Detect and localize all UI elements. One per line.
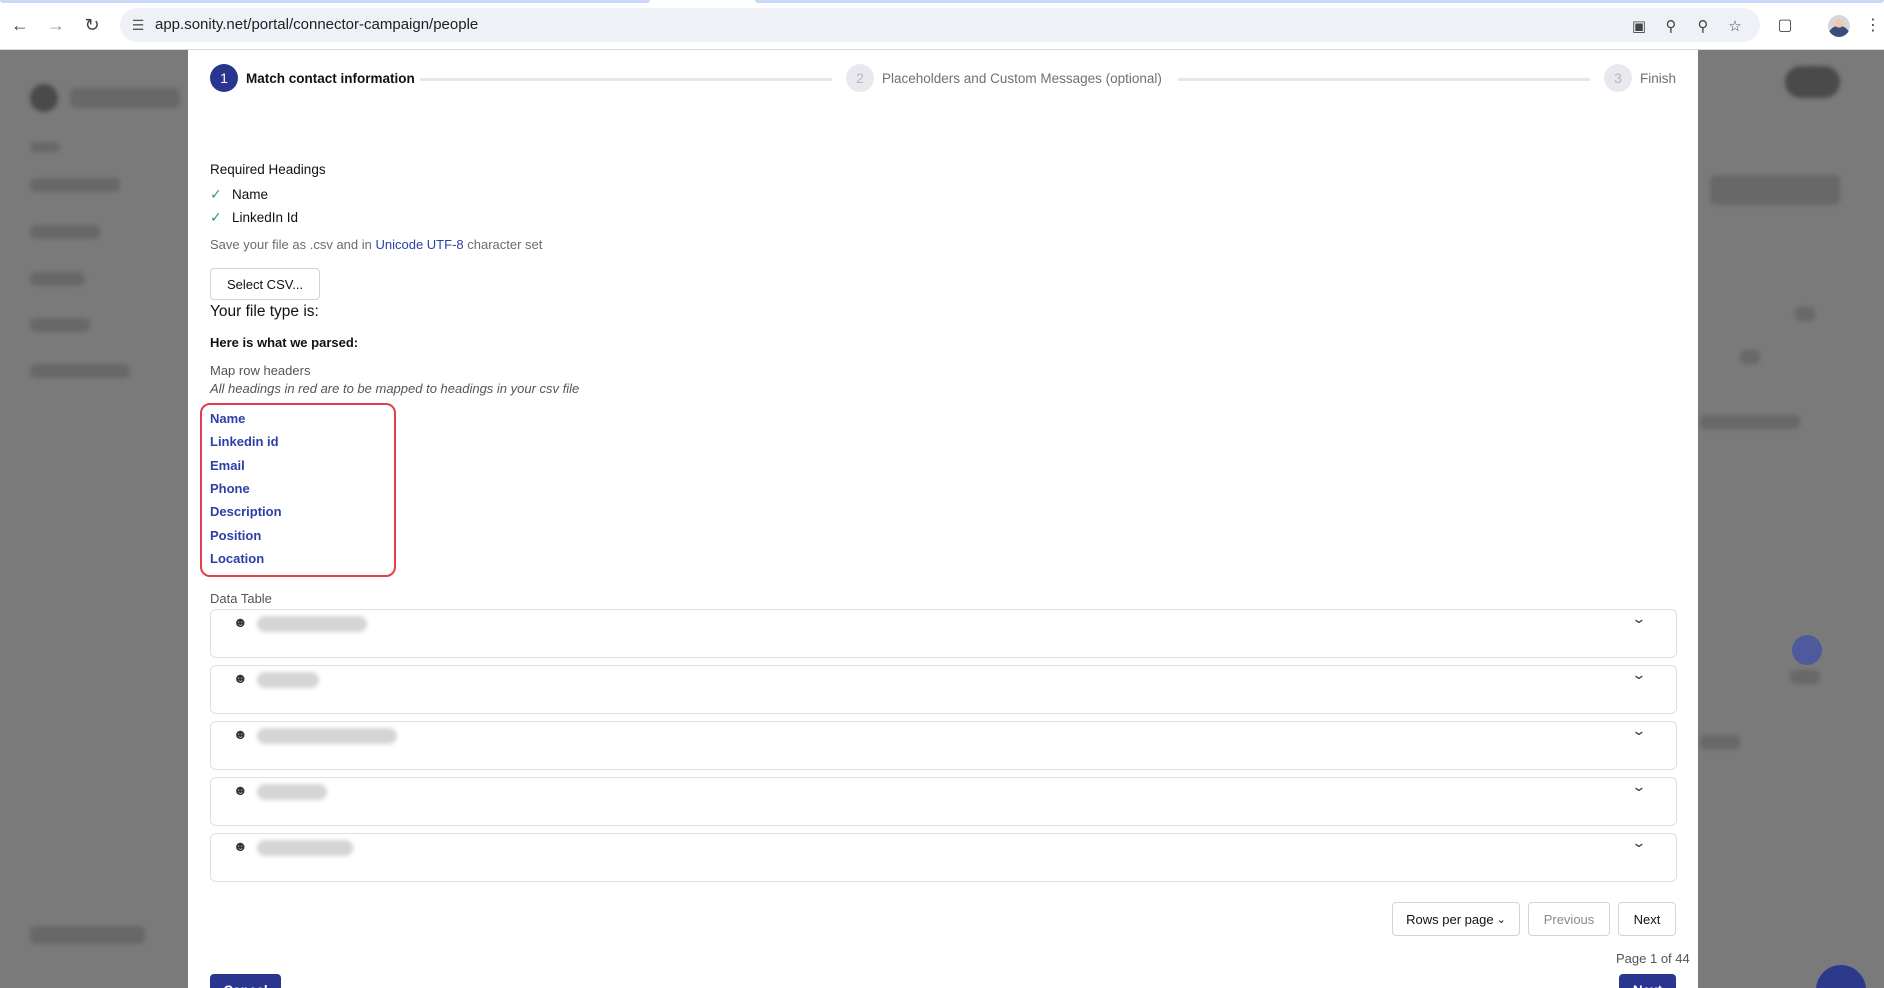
next-page-button[interactable]: Next <box>1618 902 1676 936</box>
background-chat-button <box>1816 965 1866 988</box>
row-header-description[interactable]: Description <box>210 504 282 519</box>
row-header-phone[interactable]: Phone <box>210 481 250 496</box>
step-2-label: Placeholders and Custom Messages (option… <box>882 71 1162 86</box>
chevron-down-icon: ⌄ <box>1496 913 1506 926</box>
contact-name-redacted <box>257 784 327 800</box>
person-icon: ☻ <box>233 726 248 742</box>
reload-icon[interactable]: ↻ <box>81 14 103 36</box>
tab-strip-indicator <box>0 0 650 3</box>
background-text <box>30 318 90 332</box>
step-3-indicator: 3 <box>1604 64 1632 92</box>
background-text <box>30 142 60 152</box>
person-icon: ☻ <box>233 614 248 630</box>
required-heading-label: Name <box>232 187 269 202</box>
person-icon: ☻ <box>233 782 248 798</box>
table-row[interactable]: ☻ ⌄ <box>210 777 1677 826</box>
data-table-title: Data Table <box>210 591 272 606</box>
background-text <box>1790 670 1820 684</box>
background-logo <box>30 84 58 112</box>
contact-name-redacted <box>257 840 353 856</box>
import-contacts-modal: 1 Match contact information 2 Placeholde… <box>188 50 1698 988</box>
step-1-label: Match contact information <box>246 71 415 86</box>
cancel-button[interactable]: Cancel <box>210 974 281 988</box>
back-icon[interactable]: ← <box>9 14 31 36</box>
next-button[interactable]: Next <box>1619 974 1676 988</box>
background-text <box>30 272 85 286</box>
background-text <box>30 364 130 378</box>
step-connector <box>420 78 832 81</box>
site-settings-icon[interactable]: ☰ <box>128 15 148 35</box>
person-icon: ☻ <box>233 838 248 854</box>
step-1-indicator: 1 <box>210 64 238 92</box>
chevron-down-icon[interactable]: ⌄ <box>1631 779 1651 795</box>
file-type-label: Your file type is: <box>210 303 319 320</box>
forward-icon[interactable]: → <box>45 14 67 36</box>
required-heading-item: ✓ LinkedIn Id <box>210 209 298 226</box>
install-icon[interactable]: ▣ <box>1628 15 1650 37</box>
page-info: Page 1 of 44 <box>1616 951 1690 966</box>
required-heading-item: ✓ Name <box>210 186 268 203</box>
tab-strip-indicator <box>755 0 1884 3</box>
parsed-title: Here is what we parsed: <box>210 335 359 350</box>
browser-toolbar: ← → ↻ ☰ app.sonity.net/portal/connector-… <box>0 0 1884 50</box>
row-header-name[interactable]: Name <box>210 411 245 426</box>
previous-page-button[interactable]: Previous <box>1528 902 1610 936</box>
chevron-down-icon[interactable]: ⌄ <box>1631 835 1651 851</box>
stepper: 1 Match contact information 2 Placeholde… <box>210 64 1677 94</box>
background-input <box>1710 175 1840 205</box>
background-text <box>1795 307 1815 321</box>
background-toggle <box>1785 66 1840 98</box>
required-heading-label: LinkedIn Id <box>232 210 299 225</box>
check-icon: ✓ <box>210 186 222 202</box>
required-headings-title: Required Headings <box>210 162 326 177</box>
background-text <box>30 225 100 239</box>
profile-avatar[interactable] <box>1828 15 1850 37</box>
row-header-email[interactable]: Email <box>210 458 245 473</box>
chevron-down-icon[interactable]: ⌄ <box>1631 611 1651 627</box>
step-2-indicator: 2 <box>846 64 874 92</box>
check-icon: ✓ <box>210 209 222 225</box>
background-badge <box>1792 635 1822 665</box>
rows-per-page-select[interactable]: Rows per page ⌄ <box>1392 902 1520 936</box>
table-row[interactable]: ☻ ⌄ <box>210 833 1677 882</box>
row-header-linkedin-id[interactable]: Linkedin id <box>210 434 279 449</box>
table-row[interactable]: ☻ ⌄ <box>210 609 1677 658</box>
zoom-icon[interactable]: ⚲ <box>1692 15 1714 37</box>
map-row-headers-title: Map row headers <box>210 363 311 378</box>
menu-dots-icon[interactable]: ⋮ <box>1862 14 1884 36</box>
rows-per-page-label: Rows per page <box>1406 911 1494 927</box>
chevron-down-icon[interactable]: ⌄ <box>1631 723 1651 739</box>
background-text <box>70 88 180 108</box>
map-row-headers-subtitle: All headings in red are to be mapped to … <box>210 381 580 396</box>
unicode-utf8-link[interactable]: Unicode UTF-8 <box>375 237 463 252</box>
table-row[interactable]: ☻ ⌄ <box>210 721 1677 770</box>
address-bar[interactable]: ☰ app.sonity.net/portal/connector-campai… <box>120 8 1760 42</box>
select-csv-button[interactable]: Select CSV... <box>210 268 320 300</box>
person-icon: ☻ <box>233 670 248 686</box>
bookmark-star-icon[interactable]: ☆ <box>1724 15 1746 37</box>
contact-name-redacted <box>257 672 319 688</box>
row-header-location[interactable]: Location <box>210 551 264 566</box>
csv-format-hint: Save your file as .csv and in Unicode UT… <box>210 237 542 252</box>
background-text <box>30 926 145 944</box>
background-text <box>30 178 120 192</box>
contact-name-redacted <box>257 728 397 744</box>
background-text <box>1700 415 1800 429</box>
background-text <box>1740 350 1760 364</box>
step-connector <box>1178 78 1590 81</box>
background-text <box>1700 735 1740 749</box>
extensions-icon[interactable]: ▢ <box>1774 14 1796 36</box>
chevron-down-icon[interactable]: ⌄ <box>1631 667 1651 683</box>
contact-name-redacted <box>257 616 367 632</box>
hint-prefix: Save your file as .csv and in <box>210 237 376 252</box>
url-text: app.sonity.net/portal/connector-campaign… <box>155 16 479 33</box>
step-3-label: Finish <box>1640 71 1677 86</box>
row-header-position[interactable]: Position <box>210 528 261 543</box>
password-key-icon[interactable]: ⚲ <box>1660 15 1682 37</box>
hint-suffix: character set <box>463 237 543 252</box>
table-row[interactable]: ☻ ⌄ <box>210 665 1677 714</box>
